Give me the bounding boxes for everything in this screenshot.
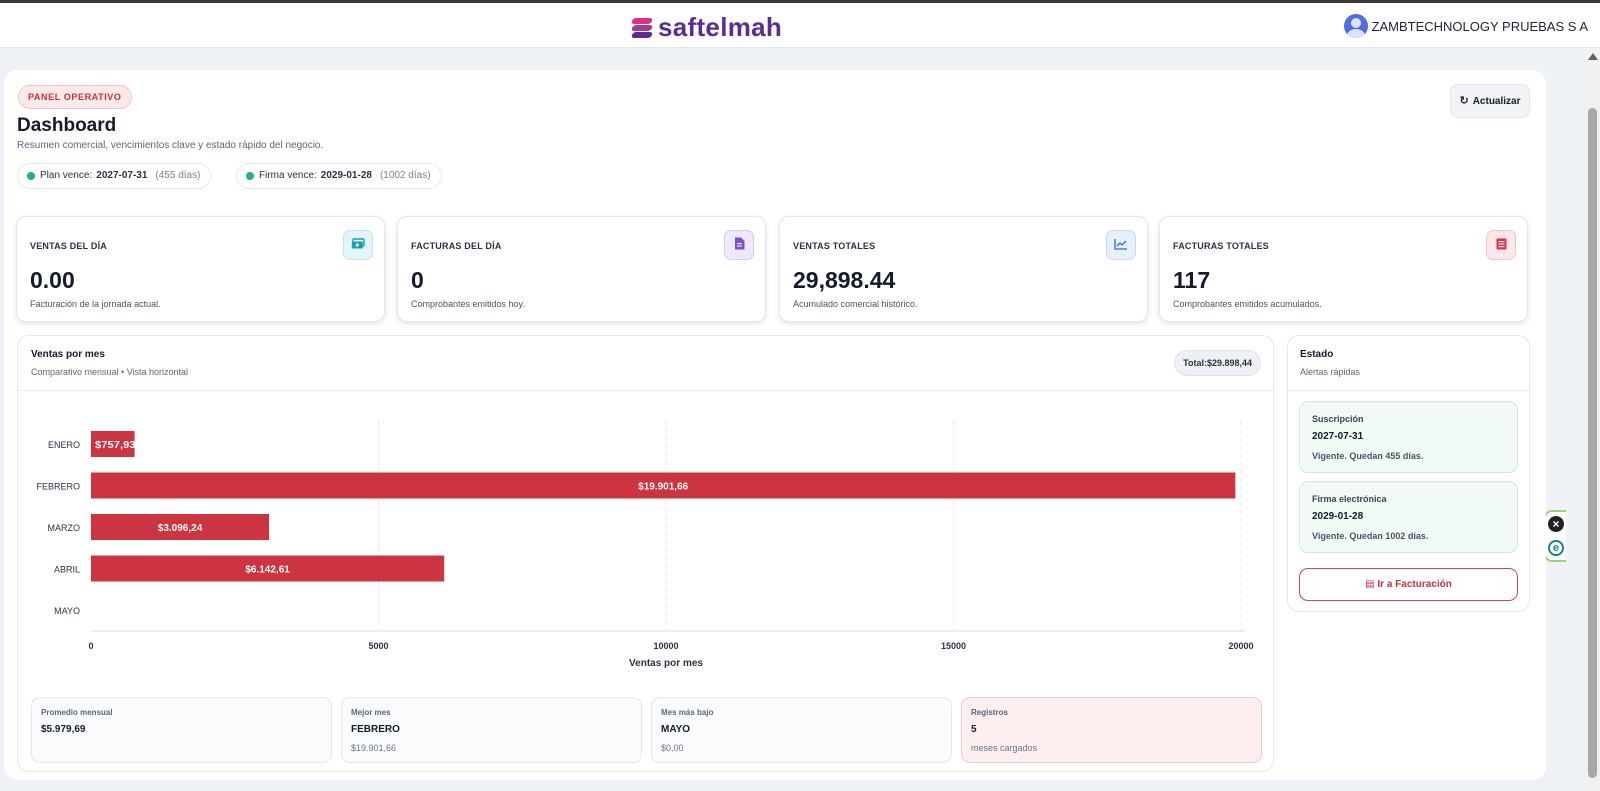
- line-chart-icon: [1106, 230, 1136, 260]
- document-icon: [724, 230, 754, 260]
- top-header: saftelmah ZAMBTECHNOLOGY PRUEBAS S A: [0, 3, 1600, 48]
- sales-bar-chart: 0 5000 10000 15000 20000 Ventas por mes ENERO $…: [36, 421, 1254, 669]
- status-card: Estado Alertas rápidas Suscripción 2027-…: [1287, 335, 1530, 612]
- signature-expiry-chip: Firma vence: 2029-01-28 (1002 días): [236, 163, 442, 189]
- user-menu[interactable]: ZAMBTECHNOLOGY PRUEBAS S A: [1343, 14, 1588, 38]
- invoice-icon: ▤: [1365, 579, 1375, 590]
- bar-data-label: $6.142,61: [245, 565, 290, 576]
- extension-e-icon[interactable]: e: [1548, 540, 1564, 556]
- stat-records: Registros 5 meses cargados: [961, 697, 1262, 763]
- plan-expiry-chip: Plan vence: 2027-07-31 (455 días): [17, 163, 212, 189]
- subscription-alert: Suscripción 2027-07-31 Vigente. Quedan 4…: [1299, 401, 1518, 473]
- y-category-label: ENERO: [48, 440, 80, 450]
- kpi-card-total-invoices: FACTURAS TOTALES 117 Comprobantes emitid…: [1159, 216, 1528, 322]
- y-category-label: FEBRERO: [36, 482, 80, 492]
- y-category-label: MARZO: [48, 523, 81, 533]
- list-icon: [1486, 230, 1516, 260]
- page-subtitle: Resumen comercial, vencimientos clave y …: [17, 140, 324, 151]
- panel-badge: PANEL OPERATIVO: [18, 85, 132, 109]
- stat-best-month: Mejor mes FEBRERO $19.901,66: [341, 697, 642, 763]
- money-icon: [343, 230, 373, 260]
- divider: [1288, 390, 1529, 391]
- status-dot-icon: [27, 172, 35, 180]
- bar-data-label: $3.096,24: [158, 523, 203, 534]
- status-title: Estado: [1300, 349, 1334, 360]
- scroll-thumb[interactable]: [1588, 108, 1597, 778]
- x-axis-title: Ventas por mes: [629, 658, 703, 669]
- stat-lowest-month: Mes más bajo MAYO $0,00: [651, 697, 952, 763]
- user-avatar-icon: [1343, 14, 1368, 38]
- status-dot-icon: [246, 172, 254, 180]
- e-signature-alert: Firma electrónica 2029-01-28 Vigente. Qu…: [1299, 481, 1518, 553]
- kpi-card-total-sales: VENTAS TOTALES 29,898.44 Acumulado comer…: [779, 216, 1148, 322]
- chart-total-badge: Total:$29.898,44: [1174, 350, 1261, 376]
- chart-title: Ventas por mes: [31, 349, 105, 360]
- x-tick-label: 15000: [941, 641, 966, 651]
- refresh-icon: ↻: [1459, 95, 1469, 107]
- go-to-billing-button[interactable]: ▤ Ir a Facturación: [1299, 568, 1518, 601]
- close-icon[interactable]: ×: [1548, 516, 1564, 532]
- refresh-button[interactable]: ↻ Actualizar: [1450, 84, 1530, 118]
- page-title: Dashboard: [17, 115, 117, 136]
- stat-average: Promedio mensual $5.979,69: [31, 697, 332, 763]
- logo-mark-icon: [630, 16, 654, 40]
- y-category-label: ABRIL: [54, 565, 80, 575]
- page-scrollbar[interactable]: [1585, 48, 1600, 791]
- scroll-up-arrow-icon[interactable]: [1588, 53, 1598, 60]
- dashboard-panel: PANEL OPERATIVO Dashboard Resumen comerc…: [4, 70, 1546, 780]
- x-tick-label: 5000: [368, 641, 388, 651]
- sales-by-month-card: Ventas por mes Comparativo mensual • Vis…: [17, 335, 1274, 772]
- kpi-card-daily-sales: VENTAS DEL DÍA 0.00 Facturación de la jo…: [16, 216, 385, 322]
- bar-data-label: $19.901,66: [638, 482, 688, 493]
- user-name: ZAMBTECHNOLOGY PRUEBAS S A: [1371, 18, 1588, 34]
- x-tick-label: 20000: [1228, 641, 1253, 651]
- brand-name: saftelmah: [658, 12, 783, 42]
- x-tick-label: 10000: [653, 641, 678, 651]
- kpi-card-daily-invoices: FACTURAS DEL DÍA 0 Comprobantes emitidos…: [397, 216, 766, 322]
- x-tick-label: 0: [88, 641, 93, 651]
- brand-logo[interactable]: saftelmah: [630, 12, 783, 43]
- y-category-label: MAYO: [54, 606, 80, 616]
- side-extension-widget[interactable]: × e: [1544, 510, 1566, 562]
- status-subtitle: Alertas rápidas: [1300, 367, 1361, 377]
- chart-subtitle: Comparativo mensual • Vista horizontal: [31, 367, 189, 377]
- bar-data-label: $757,93: [95, 440, 136, 451]
